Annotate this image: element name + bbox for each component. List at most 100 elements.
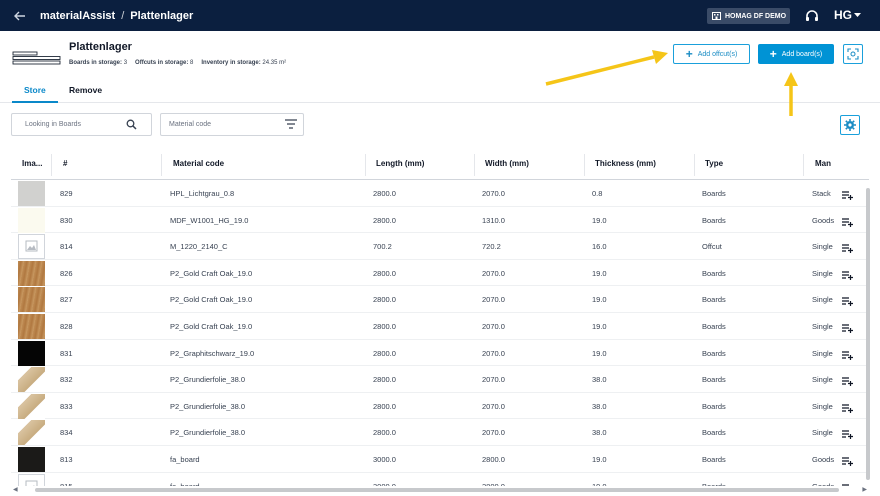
scroll-right-arrow-icon[interactable]: ▶ bbox=[862, 486, 867, 493]
cell-manufacturer: Single bbox=[812, 401, 833, 411]
add-offcut-label: Add offcut(s) bbox=[697, 50, 738, 58]
vertical-scrollbar[interactable] bbox=[866, 150, 870, 480]
org-badge[interactable]: HOMAG DF DEMO bbox=[707, 8, 790, 24]
add-to-list-icon[interactable] bbox=[842, 400, 853, 418]
col-thickness[interactable]: Thickness (mm) bbox=[595, 159, 656, 168]
cell-thickness: 16.0 bbox=[592, 242, 607, 252]
cell-type: Offcut bbox=[702, 242, 722, 252]
column-divider bbox=[803, 154, 804, 176]
support-button[interactable] bbox=[805, 9, 819, 23]
search-icon[interactable] bbox=[126, 119, 137, 130]
cell-type: Boards bbox=[702, 189, 726, 198]
scan-button[interactable] bbox=[843, 44, 863, 64]
cell-width: 2070.0 bbox=[482, 375, 505, 385]
cell-manufacturer: Single bbox=[812, 268, 833, 278]
add-to-list-icon[interactable] bbox=[842, 347, 853, 365]
table-row[interactable]: 815fa_board3000.02800.019.0BoardsGoods bbox=[11, 473, 869, 486]
add-to-list-icon[interactable] bbox=[842, 453, 853, 471]
cell-type: Boards bbox=[702, 401, 726, 411]
cell-manufacturer: Stack bbox=[812, 189, 831, 198]
back-button[interactable] bbox=[0, 0, 40, 31]
brand-logo: HG bbox=[834, 8, 852, 22]
table-settings-button[interactable] bbox=[840, 115, 860, 135]
tab-remove[interactable]: Remove bbox=[69, 85, 102, 95]
cell-manufacturer: Single bbox=[812, 295, 833, 305]
breadcrumb: materialAssist / Plattenlager bbox=[40, 10, 193, 22]
cell-id: 830 bbox=[60, 215, 73, 225]
material-code-filter[interactable]: Material code bbox=[160, 113, 304, 136]
cell-material-code: M_1220_2140_C bbox=[170, 242, 228, 252]
add-to-list-icon[interactable] bbox=[842, 267, 853, 285]
top-bar: materialAssist / Plattenlager HOMAG DF D… bbox=[0, 0, 880, 31]
horizontal-scroll-thumb[interactable] bbox=[35, 488, 839, 492]
add-to-list-icon[interactable] bbox=[842, 373, 853, 391]
table-row[interactable]: 827 P2_Gold Craft Oak_19.0 2800.0 2070.0 19.… bbox=[11, 286, 869, 313]
add-board-button[interactable]: + Add board(s) bbox=[758, 44, 834, 64]
cell-type: Boards bbox=[702, 375, 726, 385]
scan-icon bbox=[847, 48, 859, 60]
table-row[interactable]: 814 M_1220_2140_C 700.2 720.2 16.0 Offcut Sing… bbox=[11, 233, 869, 260]
table-row[interactable]: 834 P2_Grundierfolie_38.0 2800.0 2070.0 38.0… bbox=[11, 419, 869, 446]
add-to-list-icon[interactable] bbox=[842, 187, 853, 205]
column-divider bbox=[51, 154, 52, 176]
col-type[interactable]: Type bbox=[705, 159, 723, 168]
scroll-left-arrow-icon[interactable]: ◀ bbox=[13, 486, 18, 493]
material-thumbnail bbox=[18, 447, 45, 472]
add-offcut-button[interactable]: + Add offcut(s) bbox=[673, 44, 750, 64]
cell-thickness: 19.0 bbox=[592, 268, 607, 278]
filter-icon[interactable] bbox=[285, 119, 297, 129]
tab-bar: Store Remove bbox=[0, 79, 880, 103]
vertical-scroll-thumb[interactable] bbox=[866, 188, 870, 480]
cell-manufacturer: Single bbox=[812, 428, 833, 438]
table-row[interactable]: 831 P2_Graphitschwarz_19.0 2800.0 2070.0 19.… bbox=[11, 340, 869, 367]
cell-type: Boards bbox=[702, 322, 726, 331]
table-row[interactable]: 828 P2_Gold Craft Oak_19.0 2800.0 2070.0 19.… bbox=[11, 313, 869, 340]
cell-material-code: P2_Gold Craft Oak_19.0 bbox=[170, 295, 253, 305]
stat-boards: Boards in storage: 3 bbox=[69, 60, 127, 66]
gear-icon bbox=[844, 119, 856, 131]
cell-manufacturer: Single bbox=[812, 322, 833, 331]
add-to-list-icon[interactable] bbox=[842, 320, 853, 338]
cell-material-code: P2_Grundierfolie_38.0 bbox=[170, 375, 246, 385]
add-to-list-icon[interactable] bbox=[842, 293, 853, 311]
col-manufacturer[interactable]: Man bbox=[815, 159, 831, 168]
material-thumbnail bbox=[18, 287, 45, 313]
cell-id: 829 bbox=[60, 189, 73, 198]
table-row[interactable]: 813 fa_board 3000.0 2800.0 19.0 Boards Goods bbox=[11, 446, 869, 473]
stat-boards-label: Boards in storage: bbox=[69, 60, 123, 66]
cell-id: 832 bbox=[60, 375, 73, 385]
add-to-list-icon[interactable] bbox=[842, 240, 853, 258]
table-row[interactable]: 833 P2_Grundierfolie_38.0 2800.0 2070.0 38.0… bbox=[11, 393, 869, 420]
table-row[interactable]: 829 HPL_Lichtgrau_0.8 2800.0 2070.0 0.8 Board… bbox=[11, 180, 869, 207]
search-input[interactable]: Looking in Boards bbox=[11, 113, 152, 136]
table-row[interactable]: 826 P2_Gold Craft Oak_19.0 2800.0 2070.0 19.… bbox=[11, 260, 869, 287]
cell-manufacturer: Goods bbox=[812, 455, 835, 464]
horizontal-scrollbar[interactable]: ◀ ▶ bbox=[11, 486, 869, 493]
col-id[interactable]: # bbox=[63, 159, 67, 168]
column-divider bbox=[161, 154, 162, 176]
cell-length: 3000.0 bbox=[373, 455, 396, 464]
stat-inventory-label: Inventory in storage: bbox=[201, 60, 261, 66]
tab-store[interactable]: Store bbox=[24, 85, 46, 95]
table-row[interactable]: 830 MDF_W1001_HG_19.0 2800.0 1310.0 19.0 Boar… bbox=[11, 207, 869, 234]
filter-placeholder: Material code bbox=[169, 121, 212, 128]
col-material-code[interactable]: Material code bbox=[173, 159, 224, 168]
col-image[interactable]: Ima... bbox=[22, 159, 42, 168]
cell-material-code: P2_Gold Craft Oak_19.0 bbox=[170, 268, 253, 278]
material-thumbnail bbox=[18, 181, 45, 206]
add-to-list-icon[interactable] bbox=[842, 426, 853, 444]
cell-thickness: 19.0 bbox=[592, 455, 607, 464]
cell-manufacturer: Goods bbox=[812, 215, 835, 225]
col-length[interactable]: Length (mm) bbox=[376, 159, 424, 168]
user-menu[interactable]: HG bbox=[834, 8, 861, 22]
cell-id: 826 bbox=[60, 268, 73, 278]
breadcrumb-app[interactable]: materialAssist bbox=[40, 10, 115, 22]
cell-thickness: 38.0 bbox=[592, 375, 607, 385]
add-to-list-icon[interactable] bbox=[842, 214, 853, 232]
boards-stack-icon bbox=[12, 51, 61, 65]
cell-material-code: P2_Grundierfolie_38.0 bbox=[170, 401, 246, 411]
table-row[interactable]: 832 P2_Grundierfolie_38.0 2800.0 2070.0 38.0… bbox=[11, 366, 869, 393]
col-width[interactable]: Width (mm) bbox=[485, 159, 529, 168]
building-icon bbox=[712, 12, 721, 20]
cell-width: 2070.0 bbox=[482, 348, 505, 358]
